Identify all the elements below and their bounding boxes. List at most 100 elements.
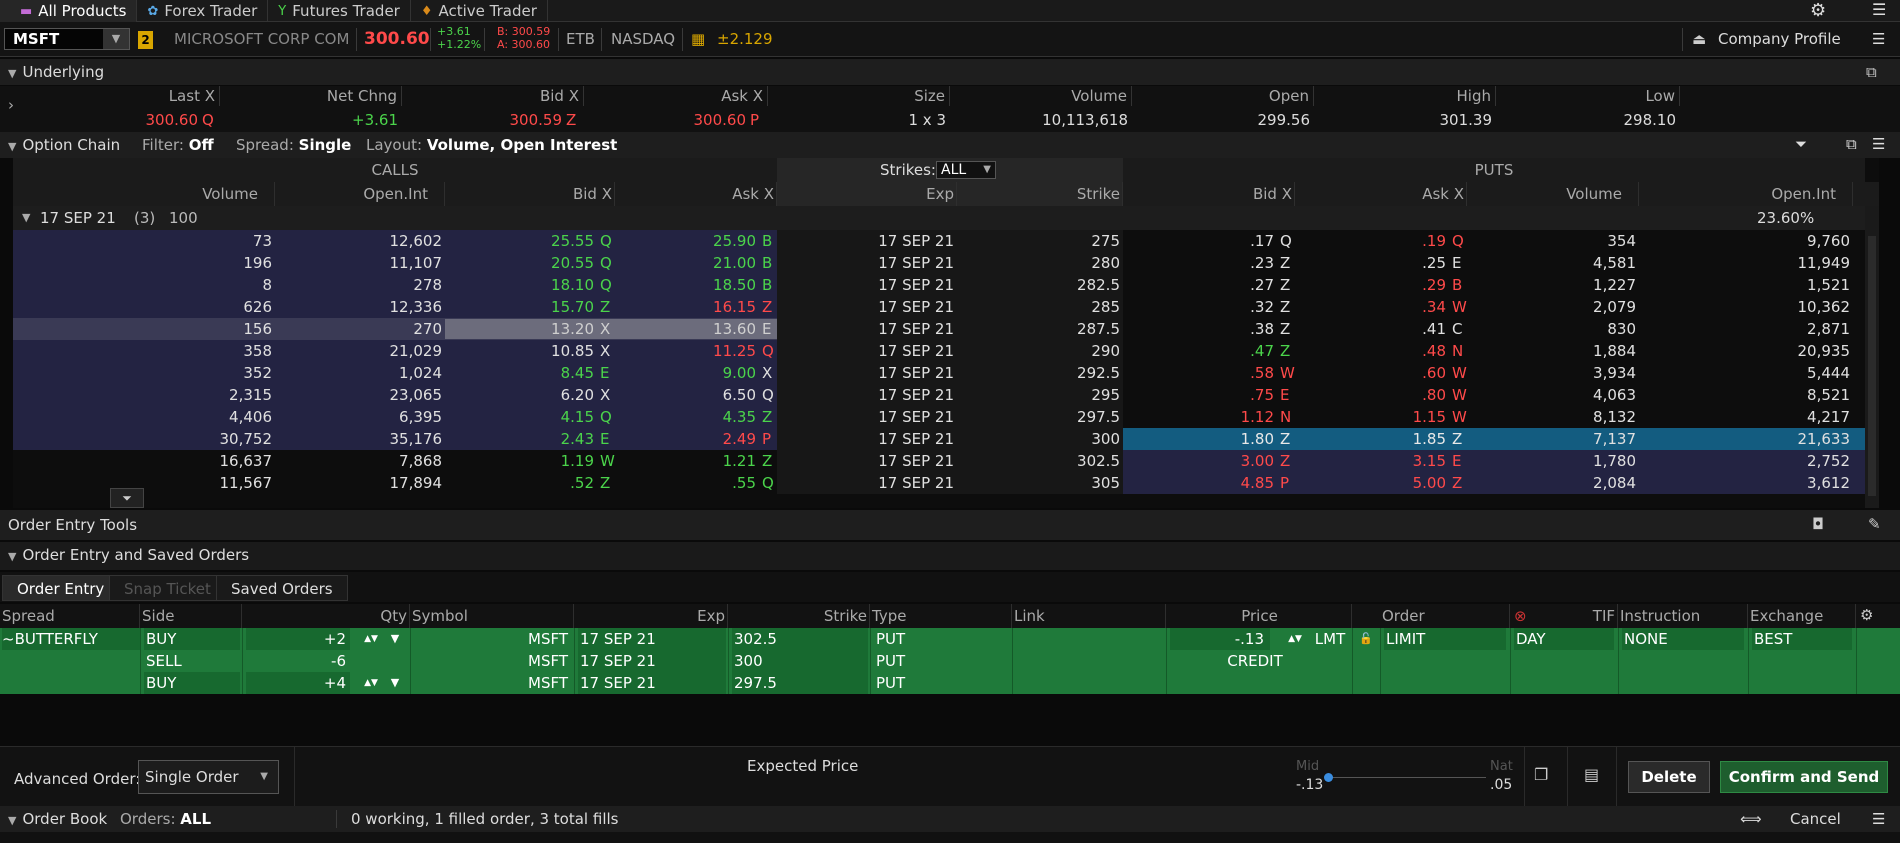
- leg-exp[interactable]: 17 SEP 21: [578, 628, 726, 650]
- cell-pa[interactable]: .19: [1295, 230, 1449, 252]
- qty-dropdown-icon[interactable]: ▼: [386, 628, 404, 650]
- tab-snap-ticket[interactable]: Snap Ticket: [109, 575, 226, 601]
- hdr-put-oi[interactable]: Open.Int: [1639, 182, 1853, 206]
- menu-icon[interactable]: ☰: [1872, 0, 1886, 19]
- leg-side[interactable]: BUY: [144, 672, 240, 694]
- cell-pa[interactable]: .34: [1295, 296, 1449, 318]
- swap-arrows-icon[interactable]: ⟺: [1740, 806, 1762, 832]
- spread-dropdown[interactable]: Spread: Single: [236, 132, 351, 158]
- price-stepper-icon[interactable]: ▲▼: [1284, 628, 1306, 650]
- chain-row[interactable]: 11,567 17,894.52 Z .55 Q 17 SEP 21 305 4.85 P 5.0…: [13, 472, 1879, 494]
- price-input[interactable]: -.13: [1170, 628, 1270, 650]
- leg-qty[interactable]: -6: [246, 650, 350, 672]
- cell-cb[interactable]: 4.15: [445, 406, 597, 428]
- cell-cb[interactable]: 6.20: [445, 384, 597, 406]
- menu-icon-4[interactable]: ☰: [1872, 806, 1885, 832]
- copy-icon[interactable]: [1524, 747, 1525, 807]
- cell-ca[interactable]: 11.25: [615, 340, 759, 362]
- cell-pa[interactable]: 1.15: [1295, 406, 1449, 428]
- leg-exp[interactable]: 17 SEP 21: [578, 672, 726, 694]
- tab-active-trader[interactable]: ♦ Active Trader: [411, 0, 548, 22]
- cell-cb[interactable]: 13.20: [445, 318, 597, 340]
- tif-select[interactable]: DAY: [1514, 628, 1614, 650]
- pin-icon[interactable]: ✎: [1868, 515, 1881, 533]
- camera-icon[interactable]: ◘: [1812, 515, 1824, 533]
- chain-row[interactable]: 196 11,107 20.55 Q 21.00 B 17 SEP 21 280.23 Z .25…: [13, 252, 1879, 274]
- expand-handle-icon[interactable]: ⏷: [110, 488, 144, 508]
- cell-pb[interactable]: .58: [1123, 362, 1277, 384]
- paste-order-icon[interactable]: ▤: [1584, 765, 1599, 784]
- cell-ca[interactable]: 18.50: [615, 274, 759, 296]
- strikes-select[interactable]: ALL ▼: [936, 161, 996, 179]
- leg-exp[interactable]: 17 SEP 21: [578, 650, 726, 672]
- cell-cb[interactable]: 8.45: [445, 362, 597, 384]
- leg-spread[interactable]: ~BUTTERFLY: [2, 628, 140, 650]
- leg-type[interactable]: PUT: [874, 628, 1010, 650]
- lock-icon[interactable]: 🔓: [1356, 628, 1376, 650]
- cell-ca[interactable]: 21.00: [615, 252, 759, 274]
- cell-pb[interactable]: .38: [1123, 318, 1277, 340]
- hdr-call-oi[interactable]: Open.Int: [275, 182, 445, 206]
- hdr-call-bid[interactable]: Bid X: [445, 182, 615, 206]
- cell-cb[interactable]: .52: [445, 472, 597, 494]
- collapse-arrow-icon[interactable]: ⏷: [1795, 135, 1807, 153]
- hdr-put-bid[interactable]: Bid X: [1123, 182, 1295, 206]
- link-group-badge[interactable]: 2: [138, 31, 153, 49]
- chain-row[interactable]: 16,637 7,868 1.19 W 1.21 Z 17 SEP 21 302.5 3.00 Z…: [13, 450, 1879, 472]
- chain-row[interactable]: 156 270 13.20 X 13.60 E 17 SEP 21 287.5.38 Z .41 C…: [13, 318, 1879, 340]
- cell-ca[interactable]: 16.15: [615, 296, 759, 318]
- leg-strike[interactable]: 297.5: [732, 672, 868, 694]
- cell-pb[interactable]: .27: [1123, 274, 1277, 296]
- advanced-order-select[interactable]: Single Order ▼: [138, 760, 279, 794]
- chevron-down-icon[interactable]: ▼: [8, 814, 16, 827]
- cell-pa[interactable]: .41: [1295, 318, 1449, 340]
- cell-cb[interactable]: 2.43: [445, 428, 597, 450]
- cell-cb[interactable]: 10.85: [445, 340, 597, 362]
- cell-pb[interactable]: 1.12: [1123, 406, 1277, 428]
- chain-row[interactable]: 2,315 23,065 6.20 X 6.50 Q 17 SEP 21 295.75 E .80…: [13, 384, 1879, 406]
- settings-gear-icon-2[interactable]: ⚙: [1860, 606, 1873, 624]
- settings-gear-icon[interactable]: ⚙: [1810, 0, 1826, 21]
- symbol-input[interactable]: MSFT ▼: [4, 28, 130, 50]
- cell-pa[interactable]: .25: [1295, 252, 1449, 274]
- order-entry-saved-header[interactable]: ▼ Order Entry and Saved Orders: [0, 542, 1900, 570]
- chain-row[interactable]: 73 12,602 25.55 Q 25.90 B 17 SEP 21 275.17 Q .19 Q…: [13, 230, 1879, 252]
- detach-icon[interactable]: ⧉: [1866, 63, 1877, 81]
- cell-pa[interactable]: 1.85: [1295, 428, 1449, 450]
- cell-cb[interactable]: 20.55: [445, 252, 597, 274]
- tab-all-products[interactable]: ▬ All Products: [0, 0, 138, 22]
- cell-ca[interactable]: 2.49: [615, 428, 759, 450]
- cell-cb[interactable]: 18.10: [445, 274, 597, 296]
- leg-strike[interactable]: 302.5: [732, 628, 868, 650]
- cell-pa[interactable]: .48: [1295, 340, 1449, 362]
- cell-pb[interactable]: .75: [1123, 384, 1277, 406]
- expand-chevron-icon[interactable]: ›: [8, 96, 14, 114]
- tab-forex-trader[interactable]: ✿ Forex Trader: [137, 0, 269, 22]
- qty-stepper-icon[interactable]: ▲▼: [360, 628, 382, 650]
- cancel-button[interactable]: Cancel: [1790, 806, 1841, 832]
- chevron-down-icon[interactable]: ▼: [8, 550, 16, 563]
- hdr-call-volume[interactable]: Volume: [79, 182, 275, 206]
- price-slider-handle[interactable]: [1324, 773, 1333, 782]
- order-book-title[interactable]: ▼ Order Book: [8, 806, 107, 832]
- cell-pb[interactable]: .17: [1123, 230, 1277, 252]
- chain-row[interactable]: 626 12,336 15.70 Z 16.15 Z 17 SEP 21 285.32 Z .34…: [13, 296, 1879, 318]
- qty-stepper-icon[interactable]: ▲▼: [360, 672, 382, 694]
- cell-ca[interactable]: 25.90: [615, 230, 759, 252]
- detach-icon-2[interactable]: ⧉: [1846, 135, 1857, 153]
- chevron-down-icon[interactable]: ▼: [8, 67, 16, 80]
- cell-pb[interactable]: 1.80: [1123, 428, 1277, 450]
- tab-order-entry[interactable]: Order Entry: [2, 575, 120, 601]
- chain-row[interactable]: 8 278 18.10 Q 18.50 B 17 SEP 21 282.5.27 Z .29 B 1,…: [13, 274, 1879, 296]
- hdr-call-ask[interactable]: Ask X: [615, 182, 777, 206]
- leg-side[interactable]: BUY: [144, 628, 240, 650]
- cell-pb[interactable]: .23: [1123, 252, 1277, 274]
- leg-type[interactable]: PUT: [874, 672, 1010, 694]
- chain-row[interactable]: 358 21,029 10.85 X 11.25 Q 17 SEP 21 290.47 Z .48…: [13, 340, 1879, 362]
- leg-side[interactable]: SELL: [144, 650, 240, 672]
- cell-cb[interactable]: 1.19: [445, 450, 597, 472]
- cell-pb[interactable]: 3.00: [1123, 450, 1277, 472]
- confirm-send-button[interactable]: Confirm and Send: [1720, 761, 1888, 793]
- chain-row[interactable]: 352 1,024 8.45 E 9.00 X 17 SEP 21 292.5.58 W .60 W…: [13, 362, 1879, 384]
- copy-order-icon[interactable]: ❐: [1534, 765, 1548, 784]
